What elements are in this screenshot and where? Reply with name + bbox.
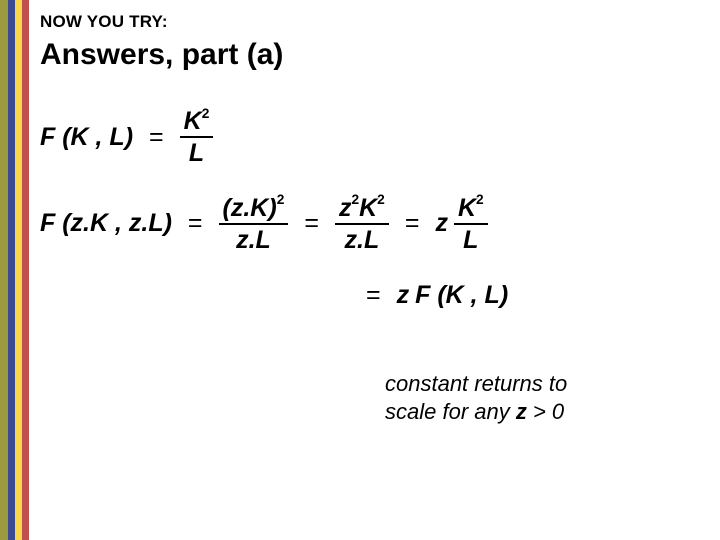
conclusion-zvar: z [516,399,527,424]
eq2-f2-num: z2K2 [335,195,389,221]
eq2-f1-num-exp: 2 [277,192,285,207]
eq2-fraction-3: K2 L [454,195,488,254]
eq2-equals-2: = [288,209,335,238]
conclusion-line2a: scale for any [385,399,516,424]
eq2-f3-den: L [459,227,482,253]
fraction-bar [180,136,214,138]
eq1-num-k: K [184,107,202,135]
fraction-bar [454,223,488,225]
eq2-f2-num-exp2: 2 [377,192,385,207]
eq3-zcoef: z [397,281,416,310]
eq2-f2-num-exp1: 2 [351,192,359,207]
eq2-f1-den: z.L [232,227,275,253]
conclusion-text: constant returns to scale for any z > 0 [385,370,567,425]
slide-kicker: NOW YOU TRY: [40,12,700,32]
eq3-equals: = [350,281,397,310]
conclusion-line1: constant returns to [385,371,567,396]
eq2-f2-den: z.L [341,227,384,253]
slide-title: Answers, part (a) [40,38,700,72]
eq2-f3-num-k: K [458,194,476,222]
eq1-num-exp: 2 [202,106,210,121]
eq2-f1-num-base: (z.K) [223,194,277,222]
slide-content: NOW YOU TRY: Answers, part (a) F (K , L)… [40,12,700,310]
accent-stripe-olive [0,0,8,540]
eq1-numerator: K2 [180,108,214,134]
eq1-lhs: F (K , L) [40,123,133,152]
conclusion-line2b: > 0 [527,399,564,424]
fraction-bar [335,223,389,225]
accent-stripe-yellow [15,0,22,540]
equation-row-2: F (z.K , z.L) = (z.K)2 z.L = z2K2 z.L = … [40,195,700,254]
eq2-f2-num-z: z [339,194,352,222]
equation-row-3: = z F (K , L) [350,281,700,310]
eq2-f2-num-k: K [359,194,377,222]
eq2-f3-num-exp: 2 [476,192,484,207]
equations-block: F (K , L) = K2 L F (z.K , z.L) = (z.K)2 … [40,108,700,310]
eq2-lhs: F (z.K , z.L) [40,209,172,238]
accent-stripe-red [22,0,29,540]
equation-row-1: F (K , L) = K2 L [40,108,700,167]
eq1-equals: = [133,123,180,152]
eq2-f1-num: (z.K)2 [219,195,289,221]
fraction-bar [219,223,289,225]
eq2-f3-num: K2 [454,195,488,221]
eq3-fk: F (K , L) [415,281,508,310]
eq1-denominator: L [185,140,208,166]
eq2-equals-1: = [172,209,219,238]
eq2-fraction-1: (z.K)2 z.L [219,195,289,254]
accent-stripe-blue [8,0,15,540]
eq2-equals-3: = [389,209,436,238]
eq1-fraction: K2 L [180,108,214,167]
eq2-fraction-2: z2K2 z.L [335,195,389,254]
eq2-zcoef: z [435,209,454,238]
